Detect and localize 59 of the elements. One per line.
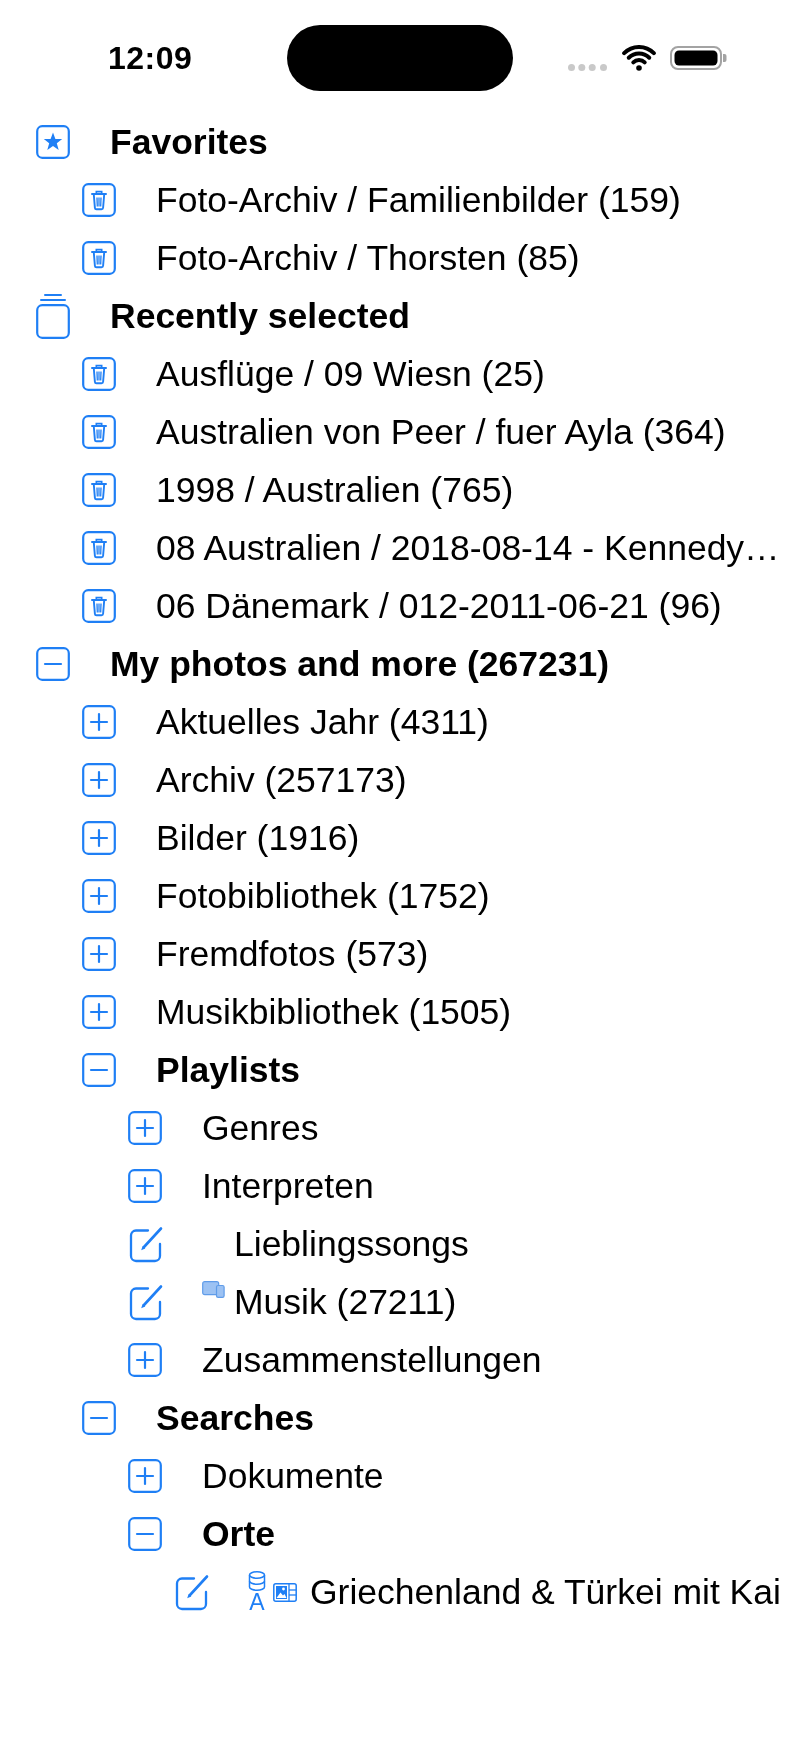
- folder-item[interactable]: Fremdfotos (573): [156, 933, 429, 975]
- plus-square-icon[interactable]: [82, 763, 116, 797]
- plus-square-icon[interactable]: [128, 1459, 162, 1493]
- devices-icon: [202, 1281, 225, 1298]
- folder-item[interactable]: Zusammenstellungen: [202, 1339, 542, 1381]
- folder-item[interactable]: Genres: [202, 1107, 319, 1149]
- folder-item[interactable]: Aktuelles Jahr (4311): [156, 701, 489, 743]
- trash-icon[interactable]: [82, 473, 116, 507]
- folder-item[interactable]: My photos and more (267231): [110, 643, 610, 685]
- edit-icon[interactable]: [128, 1225, 164, 1263]
- playlist-item[interactable]: Musik (27211): [234, 1281, 457, 1323]
- wifi-icon: [621, 45, 657, 71]
- album-item[interactable]: Foto-Archiv / Familienbilder (159): [156, 179, 681, 221]
- edit-icon[interactable]: [174, 1573, 210, 1611]
- album-item[interactable]: 06 Dänemark / 012-2011-06-21 (96): [156, 585, 722, 627]
- section-header[interactable]: Recently selected: [110, 295, 410, 337]
- folder-item[interactable]: Musikbibliothek (1505): [156, 991, 512, 1033]
- folder-item[interactable]: Bilder (1916): [156, 817, 360, 859]
- plus-square-icon[interactable]: [128, 1111, 162, 1145]
- folder-item[interactable]: Fotobibliothek (1752): [156, 875, 490, 917]
- album-item[interactable]: 1998 / Australien (765): [156, 469, 514, 511]
- database-icon: [248, 1570, 266, 1591]
- trash-icon[interactable]: [82, 589, 116, 623]
- trash-icon[interactable]: [82, 241, 116, 275]
- signal-icon: [568, 63, 607, 71]
- photo-icon: [273, 1582, 297, 1602]
- status-time: 12:09: [108, 42, 194, 74]
- folder-item[interactable]: Dokumente: [202, 1455, 384, 1497]
- plus-square-icon[interactable]: [82, 879, 116, 913]
- plus-square-icon[interactable]: [82, 995, 116, 1029]
- folder-item[interactable]: Archiv (257173): [156, 759, 407, 801]
- playlist-item[interactable]: Griechenland & Türkei mit Kai: [310, 1571, 781, 1613]
- plus-square-icon[interactable]: [128, 1343, 162, 1377]
- folder-item[interactable]: Playlists: [156, 1049, 301, 1091]
- folder-item[interactable]: Orte: [202, 1513, 275, 1555]
- minus-square-icon[interactable]: [128, 1517, 162, 1551]
- section-header[interactable]: Favorites: [110, 121, 268, 163]
- plus-square-icon[interactable]: [82, 821, 116, 855]
- minus-square-icon[interactable]: [36, 647, 70, 681]
- playlist-item[interactable]: Lieblingssongs: [234, 1223, 469, 1265]
- stack-icon: [36, 293, 70, 339]
- plus-square-icon[interactable]: [82, 705, 116, 739]
- folder-item[interactable]: Interpreten: [202, 1165, 374, 1207]
- album-item[interactable]: 08 Australien / 2018-08-14 - Kennedy…: [156, 527, 780, 569]
- badge-letter: A: [249, 1590, 265, 1614]
- plus-square-icon[interactable]: [82, 937, 116, 971]
- album-item[interactable]: Foto-Archiv / Thorsten (85): [156, 237, 580, 279]
- folder-item[interactable]: Searches: [156, 1397, 314, 1439]
- edit-icon[interactable]: [128, 1283, 164, 1321]
- plus-square-icon[interactable]: [128, 1169, 162, 1203]
- trash-icon[interactable]: [82, 415, 116, 449]
- album-item[interactable]: Australien von Peer / fuer Ayla (364): [156, 411, 726, 453]
- minus-square-icon[interactable]: [82, 1053, 116, 1087]
- trash-icon[interactable]: [82, 183, 116, 217]
- battery-icon: [670, 46, 727, 70]
- trash-icon[interactable]: [82, 531, 116, 565]
- minus-square-icon[interactable]: [82, 1401, 116, 1435]
- album-item[interactable]: Ausflüge / 09 Wiesn (25): [156, 353, 545, 395]
- trash-icon[interactable]: [82, 357, 116, 391]
